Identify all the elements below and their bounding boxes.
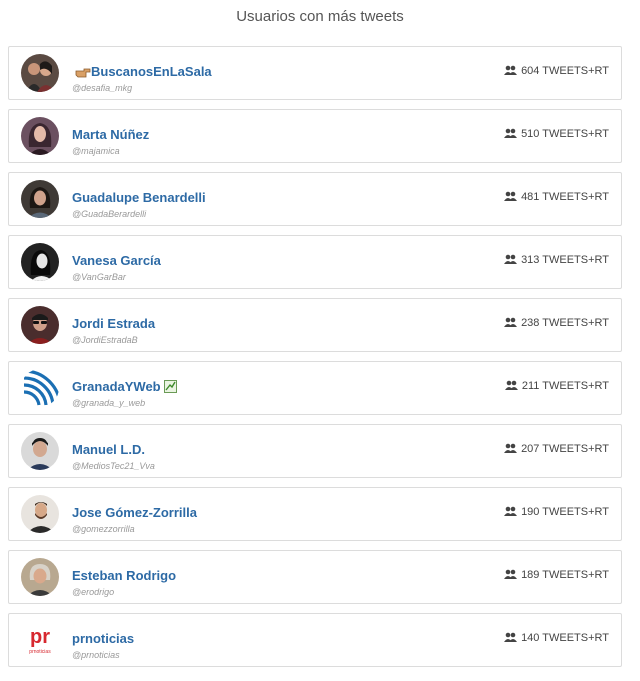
tweet-count: 211 TWEETS+RT xyxy=(504,380,609,394)
man-sunglasses-photo-icon xyxy=(21,306,59,344)
avatar[interactable]: pr prnoticias xyxy=(21,621,59,659)
list-item[interactable]: Esteban Rodrigo @erodrigo 189 TWEETS+RT xyxy=(8,550,622,604)
man-photo-icon xyxy=(21,432,59,470)
woman-bw-photo-icon xyxy=(21,243,59,281)
user-handle: @prnoticias xyxy=(72,650,120,660)
user-list: BuscanosEnLaSala @desafia_mkg 604 TWEETS… xyxy=(8,46,622,676)
tweet-count-label: 140 TWEETS+RT xyxy=(521,632,609,644)
pointing-hand-icon xyxy=(75,66,91,81)
avatar[interactable] xyxy=(21,117,59,155)
svg-text:pr: pr xyxy=(30,626,50,648)
avatar[interactable] xyxy=(21,54,59,92)
tweet-count-label: 313 TWEETS+RT xyxy=(521,254,609,266)
users-icon xyxy=(504,380,518,394)
avatar[interactable] xyxy=(21,495,59,533)
user-handle: @erodrigo xyxy=(72,587,115,597)
couple-photo-icon xyxy=(21,54,59,92)
page-title: Usuarios con más tweets xyxy=(236,8,404,25)
user-name-label: GranadaYWeb xyxy=(72,379,161,394)
users-icon xyxy=(504,632,518,646)
list-item[interactable]: Jose Gómez-Zorrilla @gomezzorrilla 190 T… xyxy=(8,487,622,541)
users-icon xyxy=(504,191,518,205)
tweet-count: 190 TWEETS+RT xyxy=(504,506,609,520)
list-item[interactable]: pr prnoticias prnoticias @prnoticias 140… xyxy=(8,613,622,667)
check-box-icon xyxy=(163,380,177,396)
svg-text:prnoticias: prnoticias xyxy=(29,649,51,655)
avatar[interactable] xyxy=(21,432,59,470)
user-name[interactable]: Marta Núñez xyxy=(72,127,149,142)
user-handle: @GuadaBerardelli xyxy=(72,209,147,219)
tweet-count: 313 TWEETS+RT xyxy=(504,254,609,268)
user-handle: @gomezzorrilla xyxy=(72,524,135,534)
tweet-count: 510 TWEETS+RT xyxy=(504,128,609,142)
tweet-count-label: 238 TWEETS+RT xyxy=(521,317,609,329)
users-icon xyxy=(504,317,518,331)
wifi-logo-icon xyxy=(21,369,59,407)
list-item[interactable]: Vanesa García @VanGarBar 313 TWEETS+RT xyxy=(8,235,622,289)
avatar[interactable] xyxy=(21,180,59,218)
tweet-count-label: 604 TWEETS+RT xyxy=(521,65,609,77)
avatar[interactable] xyxy=(21,243,59,281)
user-name[interactable]: prnoticias xyxy=(72,631,134,646)
user-name-label: BuscanosEnLaSala xyxy=(91,64,212,79)
user-handle: @VanGarBar xyxy=(72,272,126,282)
list-item[interactable]: GranadaYWeb @granada_y_web 211 TWEETS+RT xyxy=(8,361,622,415)
user-name[interactable]: Guadalupe Benardelli xyxy=(72,190,206,205)
man-beard-photo-icon xyxy=(21,495,59,533)
tweet-count-label: 510 TWEETS+RT xyxy=(521,128,609,140)
user-name[interactable]: Vanesa García xyxy=(72,253,161,268)
user-handle: @granada_y_web xyxy=(72,398,146,408)
users-icon xyxy=(504,569,518,583)
tweet-count-label: 190 TWEETS+RT xyxy=(521,506,609,518)
user-name[interactable]: Jose Gómez-Zorrilla xyxy=(72,505,197,520)
woman-photo-icon xyxy=(21,180,59,218)
user-name[interactable]: GranadaYWeb xyxy=(72,379,177,396)
users-icon xyxy=(504,65,518,79)
tweet-count-label: 207 TWEETS+RT xyxy=(521,443,609,455)
tweet-count-label: 481 TWEETS+RT xyxy=(521,191,609,203)
list-item[interactable]: Manuel L.D. @MediosTec21_Vva 207 TWEETS+… xyxy=(8,424,622,478)
avatar[interactable] xyxy=(21,558,59,596)
tweet-count: 481 TWEETS+RT xyxy=(504,191,609,205)
tweet-count: 604 TWEETS+RT xyxy=(504,65,609,79)
list-item[interactable]: Marta Núñez @majamica 510 TWEETS+RT xyxy=(8,109,622,163)
avatar[interactable] xyxy=(21,306,59,344)
users-icon xyxy=(504,443,518,457)
users-icon xyxy=(504,506,518,520)
user-handle: @desafia_mkg xyxy=(72,83,133,93)
tweet-count: 238 TWEETS+RT xyxy=(504,317,609,331)
tweet-count: 140 TWEETS+RT xyxy=(504,632,609,646)
user-name[interactable]: BuscanosEnLaSala xyxy=(72,64,212,81)
user-name[interactable]: Esteban Rodrigo xyxy=(72,568,176,583)
tweet-count: 207 TWEETS+RT xyxy=(504,443,609,457)
list-item[interactable]: Jordi Estrada @JordiEstradaB 238 TWEETS+… xyxy=(8,298,622,352)
man-gray-photo-icon xyxy=(21,558,59,596)
tweet-count-label: 189 TWEETS+RT xyxy=(521,569,609,581)
users-icon xyxy=(504,128,518,142)
prnoticias-logo-icon: pr prnoticias xyxy=(21,621,59,659)
user-handle: @JordiEstradaB xyxy=(72,335,138,345)
user-name[interactable]: Manuel L.D. xyxy=(72,442,145,457)
users-icon xyxy=(504,254,518,268)
user-name[interactable]: Jordi Estrada xyxy=(72,316,155,331)
tweet-count: 189 TWEETS+RT xyxy=(504,569,609,583)
list-item[interactable]: Guadalupe Benardelli @GuadaBerardelli 48… xyxy=(8,172,622,226)
tweet-count-label: 211 TWEETS+RT xyxy=(521,380,609,392)
user-handle: @majamica xyxy=(72,146,120,156)
avatar[interactable] xyxy=(21,369,59,407)
woman-photo-icon xyxy=(21,117,59,155)
list-item[interactable]: BuscanosEnLaSala @desafia_mkg 604 TWEETS… xyxy=(8,46,622,100)
user-handle: @MediosTec21_Vva xyxy=(72,461,155,471)
